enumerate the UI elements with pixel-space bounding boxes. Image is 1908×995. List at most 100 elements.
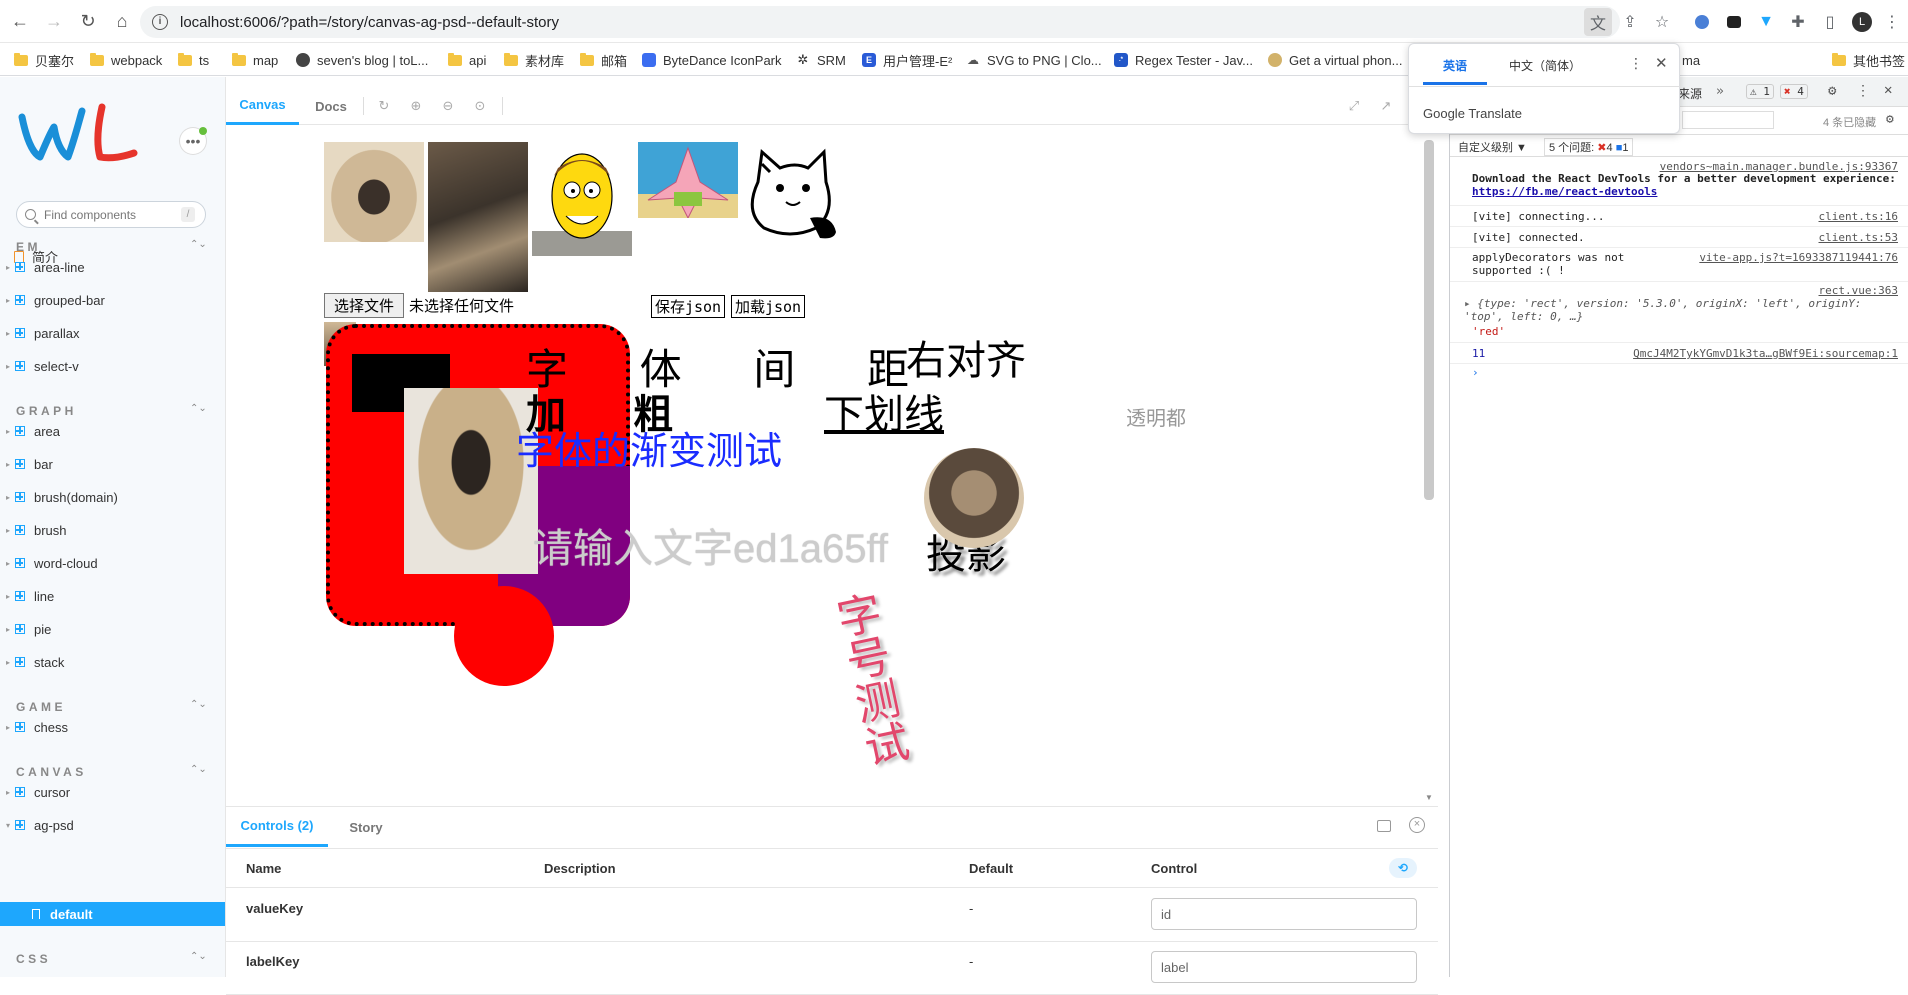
bookmark-link[interactable]: seven's blog | toL... — [296, 50, 428, 70]
collapse-toggle-icon[interactable]: ⌃⌄ — [190, 239, 207, 250]
bookmark-link[interactable]: .* Regex Tester - Jav... — [1114, 50, 1253, 70]
log-source-link[interactable]: client.ts:53 — [1819, 231, 1898, 244]
load-json-button[interactable]: 加载json — [731, 295, 805, 318]
bookmark-folder[interactable]: api — [448, 50, 486, 70]
sidebar-item-default-story[interactable]: default — [0, 902, 225, 926]
console-object[interactable]: ▸ {type: 'rect', version: '5.3.0', origi… — [1464, 297, 1894, 323]
sidebar-item-pie[interactable]: ▸ pie — [0, 617, 225, 641]
reload-icon[interactable]: ↻ — [74, 7, 102, 35]
section-title-canvas[interactable]: CANVAS — [16, 765, 87, 779]
site-info-icon[interactable]: i — [152, 14, 168, 30]
collapse-toggle-icon[interactable]: ⌃⌄ — [190, 951, 207, 962]
sidebar-item-bar[interactable]: ▸ bar — [0, 452, 225, 476]
sidebar-item-word-cloud[interactable]: ▸ word-cloud — [0, 551, 225, 575]
sidebar-menu-button[interactable]: ••• — [180, 127, 207, 154]
sidebar-item-line[interactable]: ▸ line — [0, 584, 225, 608]
sidebar-item-chess[interactable]: ▸ chess — [0, 715, 225, 739]
collapse-toggle-icon[interactable]: ⌃⌄ — [190, 699, 207, 710]
extension-icon[interactable] — [1688, 8, 1716, 36]
profile-avatar[interactable]: L — [1848, 8, 1876, 36]
sidebar-item-cursor[interactable]: ▸ cursor — [0, 780, 225, 804]
section-title-css[interactable]: CSS — [16, 952, 51, 966]
bookmark-link[interactable]: E 用户管理-E² — [862, 50, 952, 70]
log-source-link[interactable]: QmcJ4M2TykYGmvD1k3ta…gBWf9Ei:sourcemap:1 — [1633, 347, 1898, 360]
kebab-menu-icon[interactable]: ⋮ — [1856, 83, 1870, 99]
tab-story[interactable]: Story — [336, 807, 396, 847]
close-devtools-icon[interactable]: ✕ — [1884, 82, 1892, 98]
bookmark-folder[interactable]: 其他书签 — [1832, 50, 1905, 70]
expand-arrow-icon[interactable]: ▸ — [1464, 297, 1477, 310]
react-devtools-link[interactable]: https://fb.me/react-devtools — [1472, 185, 1657, 198]
canvas-scrollbar[interactable] — [1424, 140, 1434, 500]
bookmark-link[interactable]: ☁ SVG to PNG | Clo... — [966, 50, 1102, 70]
bookmark-link[interactable]: ByteDance IconPark — [642, 50, 782, 70]
console-settings-icon[interactable]: ⚙ — [1886, 112, 1894, 127]
bookmark-folder[interactable]: map — [232, 50, 278, 70]
tab-canvas[interactable]: Canvas — [226, 87, 299, 125]
zoom-reset-icon[interactable]: ⊙ — [472, 98, 488, 114]
extension-icon-2[interactable] — [1720, 8, 1748, 36]
issues-button[interactable]: 5 个问题: ✖4 ■1 — [1544, 138, 1634, 156]
sidebar-item-ag-psd[interactable]: ▾ ag-psd — [0, 813, 225, 837]
sidebar-item-grouped-bar[interactable]: ▸ grouped-bar — [0, 288, 225, 312]
bookmark-folder[interactable]: webpack — [90, 50, 162, 70]
address-bar[interactable]: i localhost:6006/?path=/story/canvas-ag-… — [140, 6, 1620, 38]
remount-icon[interactable]: ↻ — [376, 98, 392, 114]
settings-gear-icon[interactable]: ⚙ — [1828, 83, 1836, 99]
close-panel-icon[interactable]: × — [1409, 817, 1425, 833]
url-text[interactable]: localhost:6006/?path=/story/canvas-ag-ps… — [180, 14, 559, 31]
home-icon[interactable]: ⌂ — [108, 7, 136, 35]
section-title-graph[interactable]: GRAPH — [16, 404, 77, 418]
bookmark-folder[interactable]: ts — [178, 50, 209, 70]
kebab-menu-icon[interactable]: ⋮ — [1878, 8, 1906, 36]
sidebar-item-brush-domain[interactable]: ▸ brush(domain) — [0, 485, 225, 509]
log-source-link[interactable]: client.ts:16 — [1819, 210, 1898, 223]
save-json-button[interactable]: 保存json — [651, 295, 725, 318]
bookmark-folder[interactable]: 贝塞尔 — [14, 50, 74, 70]
language-tab-chinese[interactable]: 中文（简体） — [1509, 57, 1581, 74]
choose-file-button[interactable]: 选择文件 — [324, 293, 404, 318]
language-tab-english[interactable]: 英语 — [1443, 57, 1467, 74]
tab-docs[interactable]: Docs — [306, 87, 356, 125]
scroll-down-icon[interactable]: ▼ — [1425, 793, 1433, 802]
bookmark-link[interactable]: Get a virtual phon... — [1268, 50, 1402, 70]
search-input[interactable]: Find components / — [16, 201, 206, 228]
warnings-badge[interactable]: ⚠ 1 — [1746, 84, 1774, 99]
valuekey-input[interactable]: id — [1151, 898, 1417, 930]
side-panel-icon[interactable]: ▯ — [1816, 8, 1844, 36]
zoom-out-icon[interactable]: ⊖ — [440, 98, 456, 114]
sidebar-item-stack[interactable]: ▸ stack — [0, 650, 225, 674]
sidebar-item-area[interactable]: ▸ area — [0, 419, 225, 443]
extension-icon-3[interactable]: ▼ — [1752, 8, 1780, 36]
panel-orientation-icon[interactable] — [1377, 820, 1391, 832]
section-title-em[interactable]: EM — [16, 240, 41, 254]
more-tabs-icon[interactable]: » — [1716, 84, 1724, 99]
tab-sources[interactable]: 来源 — [1678, 85, 1702, 102]
console-prompt-icon[interactable]: › — [1472, 366, 1902, 379]
log-source-link[interactable]: vite-app.js?t=1693387119441:76 — [1699, 251, 1898, 264]
open-new-tab-icon[interactable]: ↗ — [1378, 98, 1394, 114]
sidebar-item-area-line[interactable]: ▸ area-line — [0, 255, 225, 279]
zoom-in-icon[interactable]: ⊕ — [408, 98, 424, 114]
bookmark-link[interactable]: ma — [1682, 50, 1700, 70]
back-icon[interactable]: ← — [6, 7, 34, 35]
tab-controls[interactable]: Controls (2) — [226, 807, 328, 847]
translate-options-icon[interactable]: ⋮ — [1629, 55, 1643, 72]
filter-input[interactable] — [1682, 111, 1774, 129]
sidebar-item-brush[interactable]: ▸ brush — [0, 518, 225, 542]
translate-icon[interactable]: 文 — [1584, 8, 1612, 36]
share-icon[interactable]: ⇪ — [1616, 8, 1644, 36]
collapse-toggle-icon[interactable]: ⌃⌄ — [190, 403, 207, 414]
section-title-game[interactable]: GAME — [16, 700, 66, 714]
extensions-puzzle-icon[interactable]: ✚ — [1784, 8, 1812, 36]
labelkey-input[interactable]: label — [1151, 951, 1417, 983]
sidebar-item-select-v[interactable]: ▸ select-v — [0, 354, 225, 378]
input-placeholder-text[interactable]: 请输入文字ed1a65ff — [533, 516, 888, 574]
log-source-link[interactable]: rect.vue:363 — [1819, 284, 1898, 297]
bookmark-folder[interactable]: 素材库 — [504, 50, 564, 70]
close-icon[interactable]: ✕ — [1655, 54, 1668, 72]
bookmark-star-icon[interactable]: ☆ — [1648, 8, 1676, 36]
forward-icon[interactable]: → — [40, 7, 68, 35]
log-level-dropdown[interactable]: 自定义级别 ▼ — [1458, 139, 1527, 155]
fullscreen-icon[interactable]: ⤢ — [1346, 98, 1362, 114]
